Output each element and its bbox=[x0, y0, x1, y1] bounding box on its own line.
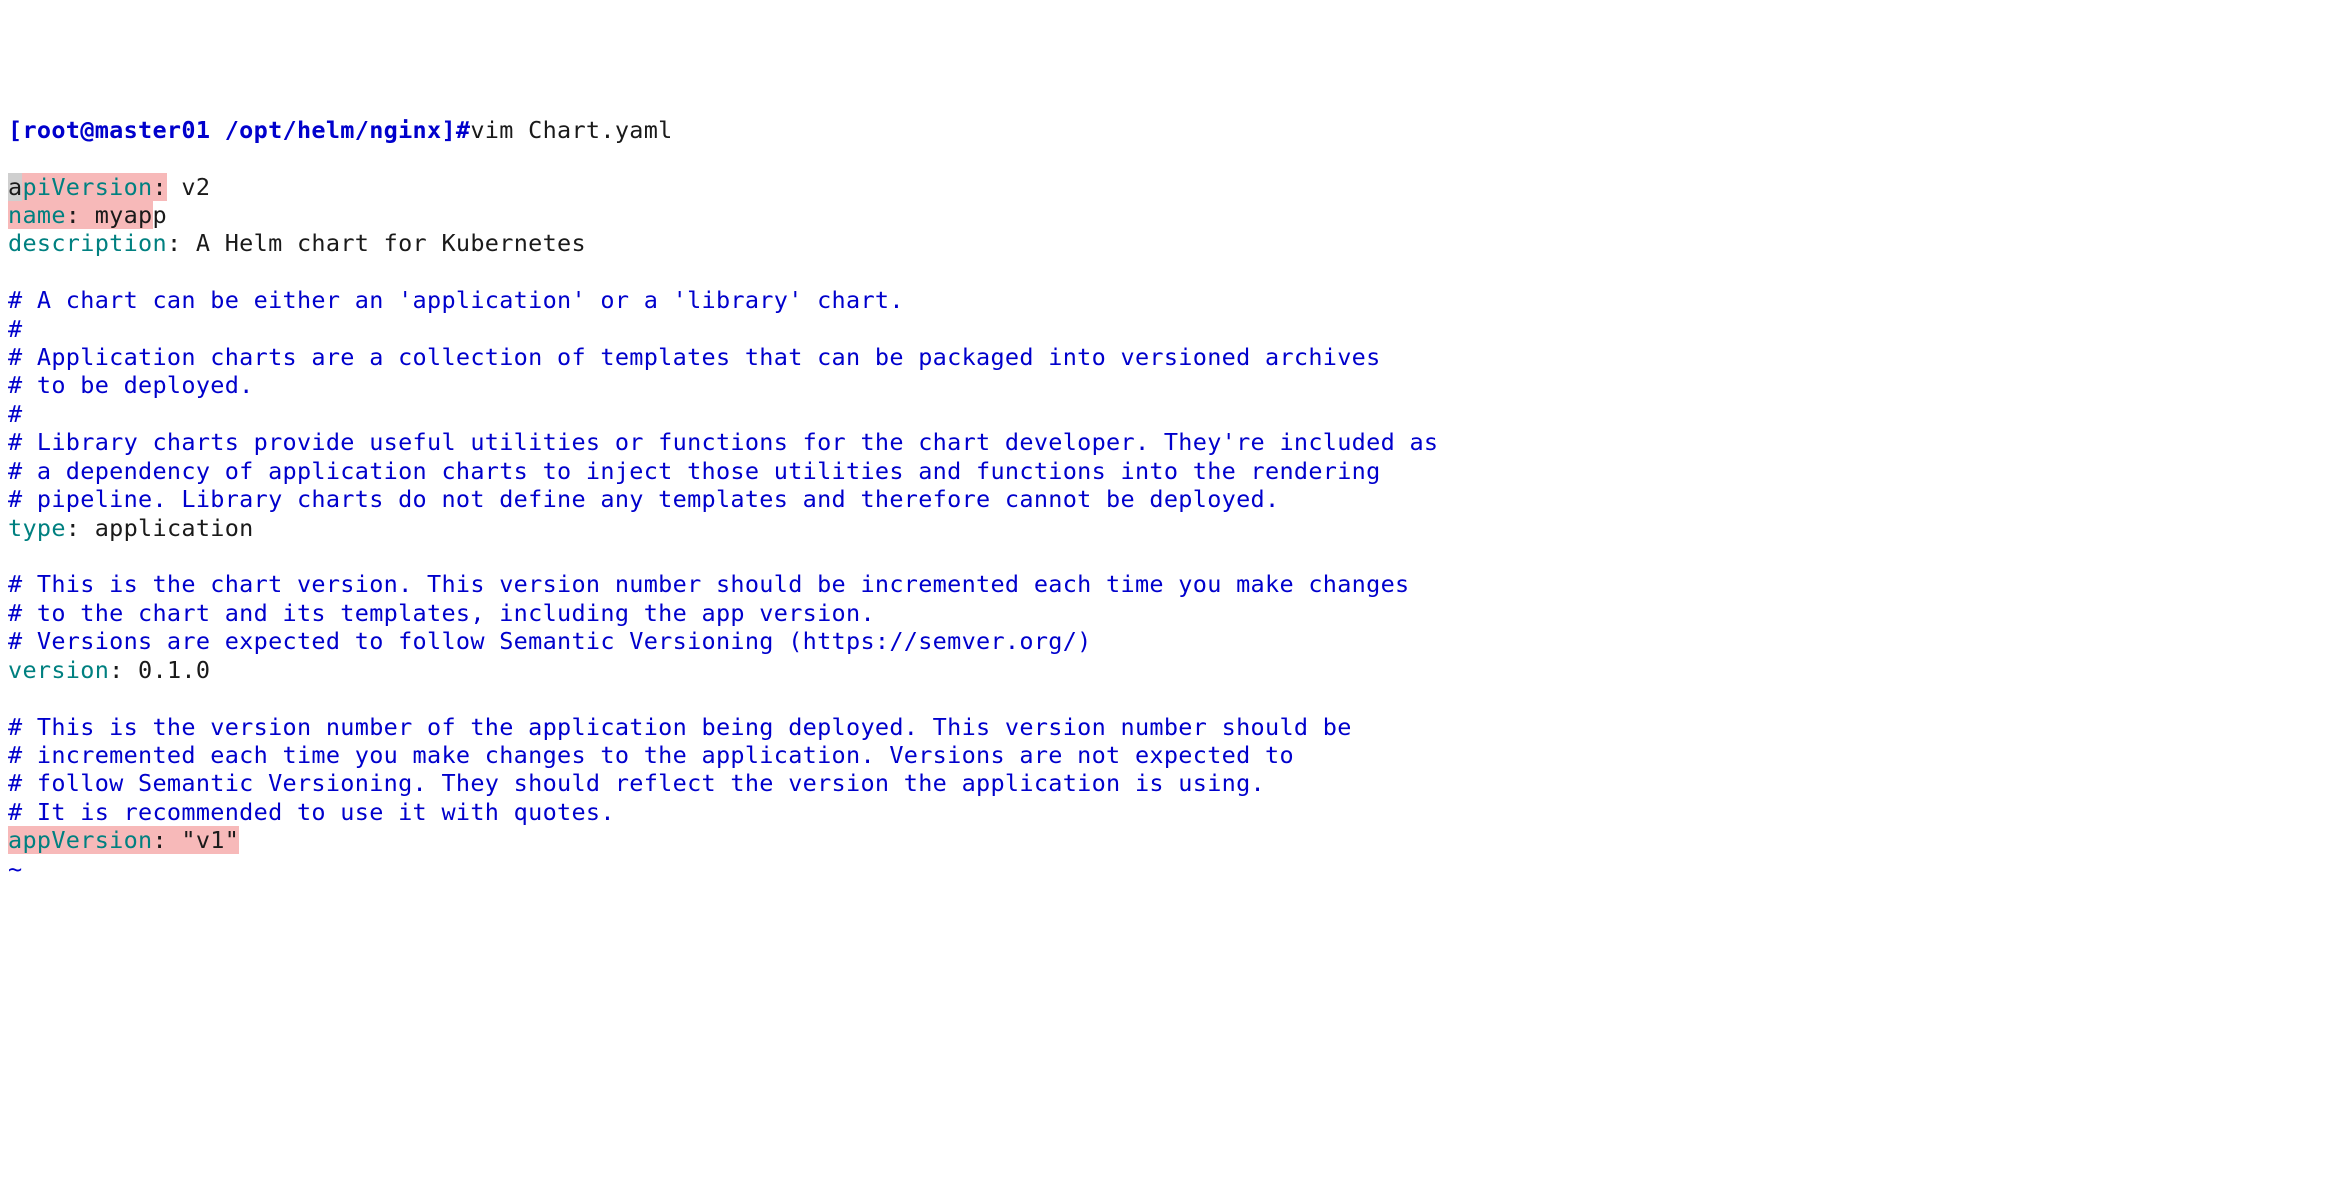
yaml-comment: # to the chart and its templates, includ… bbox=[8, 599, 875, 627]
yaml-comment: # This is the version number of the appl… bbox=[8, 713, 1352, 741]
yaml-key-type: type bbox=[8, 514, 66, 542]
yaml-colon: : bbox=[153, 173, 167, 201]
yaml-value-apiversion: v2 bbox=[167, 173, 210, 201]
yaml-comment: # bbox=[8, 400, 22, 428]
yaml-comment: # pipeline. Library charts do not define… bbox=[8, 485, 1279, 513]
shell-command: vim Chart.yaml bbox=[470, 116, 672, 144]
blank-line bbox=[8, 684, 22, 712]
yaml-value-type: application bbox=[80, 514, 253, 542]
vim-empty-line-tilde: ~ bbox=[8, 855, 22, 883]
yaml-value-appversion: "v1" bbox=[167, 826, 239, 854]
yaml-comment: # A chart can be either an 'application'… bbox=[8, 286, 904, 314]
yaml-comment: # incremented each time you make changes… bbox=[8, 741, 1294, 769]
blank-line bbox=[8, 144, 22, 172]
yaml-value-name-highlight: myap bbox=[80, 201, 152, 229]
yaml-colon: : bbox=[152, 826, 166, 854]
yaml-value-name-tail: p bbox=[153, 201, 167, 229]
yaml-colon: : bbox=[167, 229, 181, 257]
yaml-colon: : bbox=[66, 201, 80, 229]
yaml-key-version: version bbox=[8, 656, 109, 684]
yaml-value-version: 0.1.0 bbox=[124, 656, 211, 684]
yaml-comment: # It is recommended to use it with quote… bbox=[8, 798, 615, 826]
blank-line bbox=[8, 258, 22, 286]
yaml-key-appversion: appVersion bbox=[8, 826, 152, 854]
shell-prompt: [root@master01 /opt/helm/nginx]# bbox=[8, 116, 470, 144]
terminal[interactable]: [root@master01 /opt/helm/nginx]#vim Char… bbox=[8, 116, 2342, 883]
yaml-colon: : bbox=[109, 656, 123, 684]
cursor: a bbox=[8, 173, 22, 201]
yaml-comment: # Application charts are a collection of… bbox=[8, 343, 1381, 371]
yaml-key-apiversion: piVersion bbox=[22, 173, 152, 201]
yaml-colon: : bbox=[66, 514, 80, 542]
yaml-value-description: A Helm chart for Kubernetes bbox=[181, 229, 586, 257]
yaml-comment: # This is the chart version. This versio… bbox=[8, 570, 1409, 598]
yaml-comment: # follow Semantic Versioning. They shoul… bbox=[8, 769, 1265, 797]
yaml-comment: # bbox=[8, 315, 22, 343]
yaml-key-name: name bbox=[8, 201, 66, 229]
yaml-comment: # Library charts provide useful utilitie… bbox=[8, 428, 1438, 456]
yaml-comment: # Versions are expected to follow Semant… bbox=[8, 627, 1092, 655]
yaml-comment: # a dependency of application charts to … bbox=[8, 457, 1381, 485]
yaml-comment: # to be deployed. bbox=[8, 371, 254, 399]
yaml-key-description: description bbox=[8, 229, 167, 257]
blank-line bbox=[8, 542, 22, 570]
